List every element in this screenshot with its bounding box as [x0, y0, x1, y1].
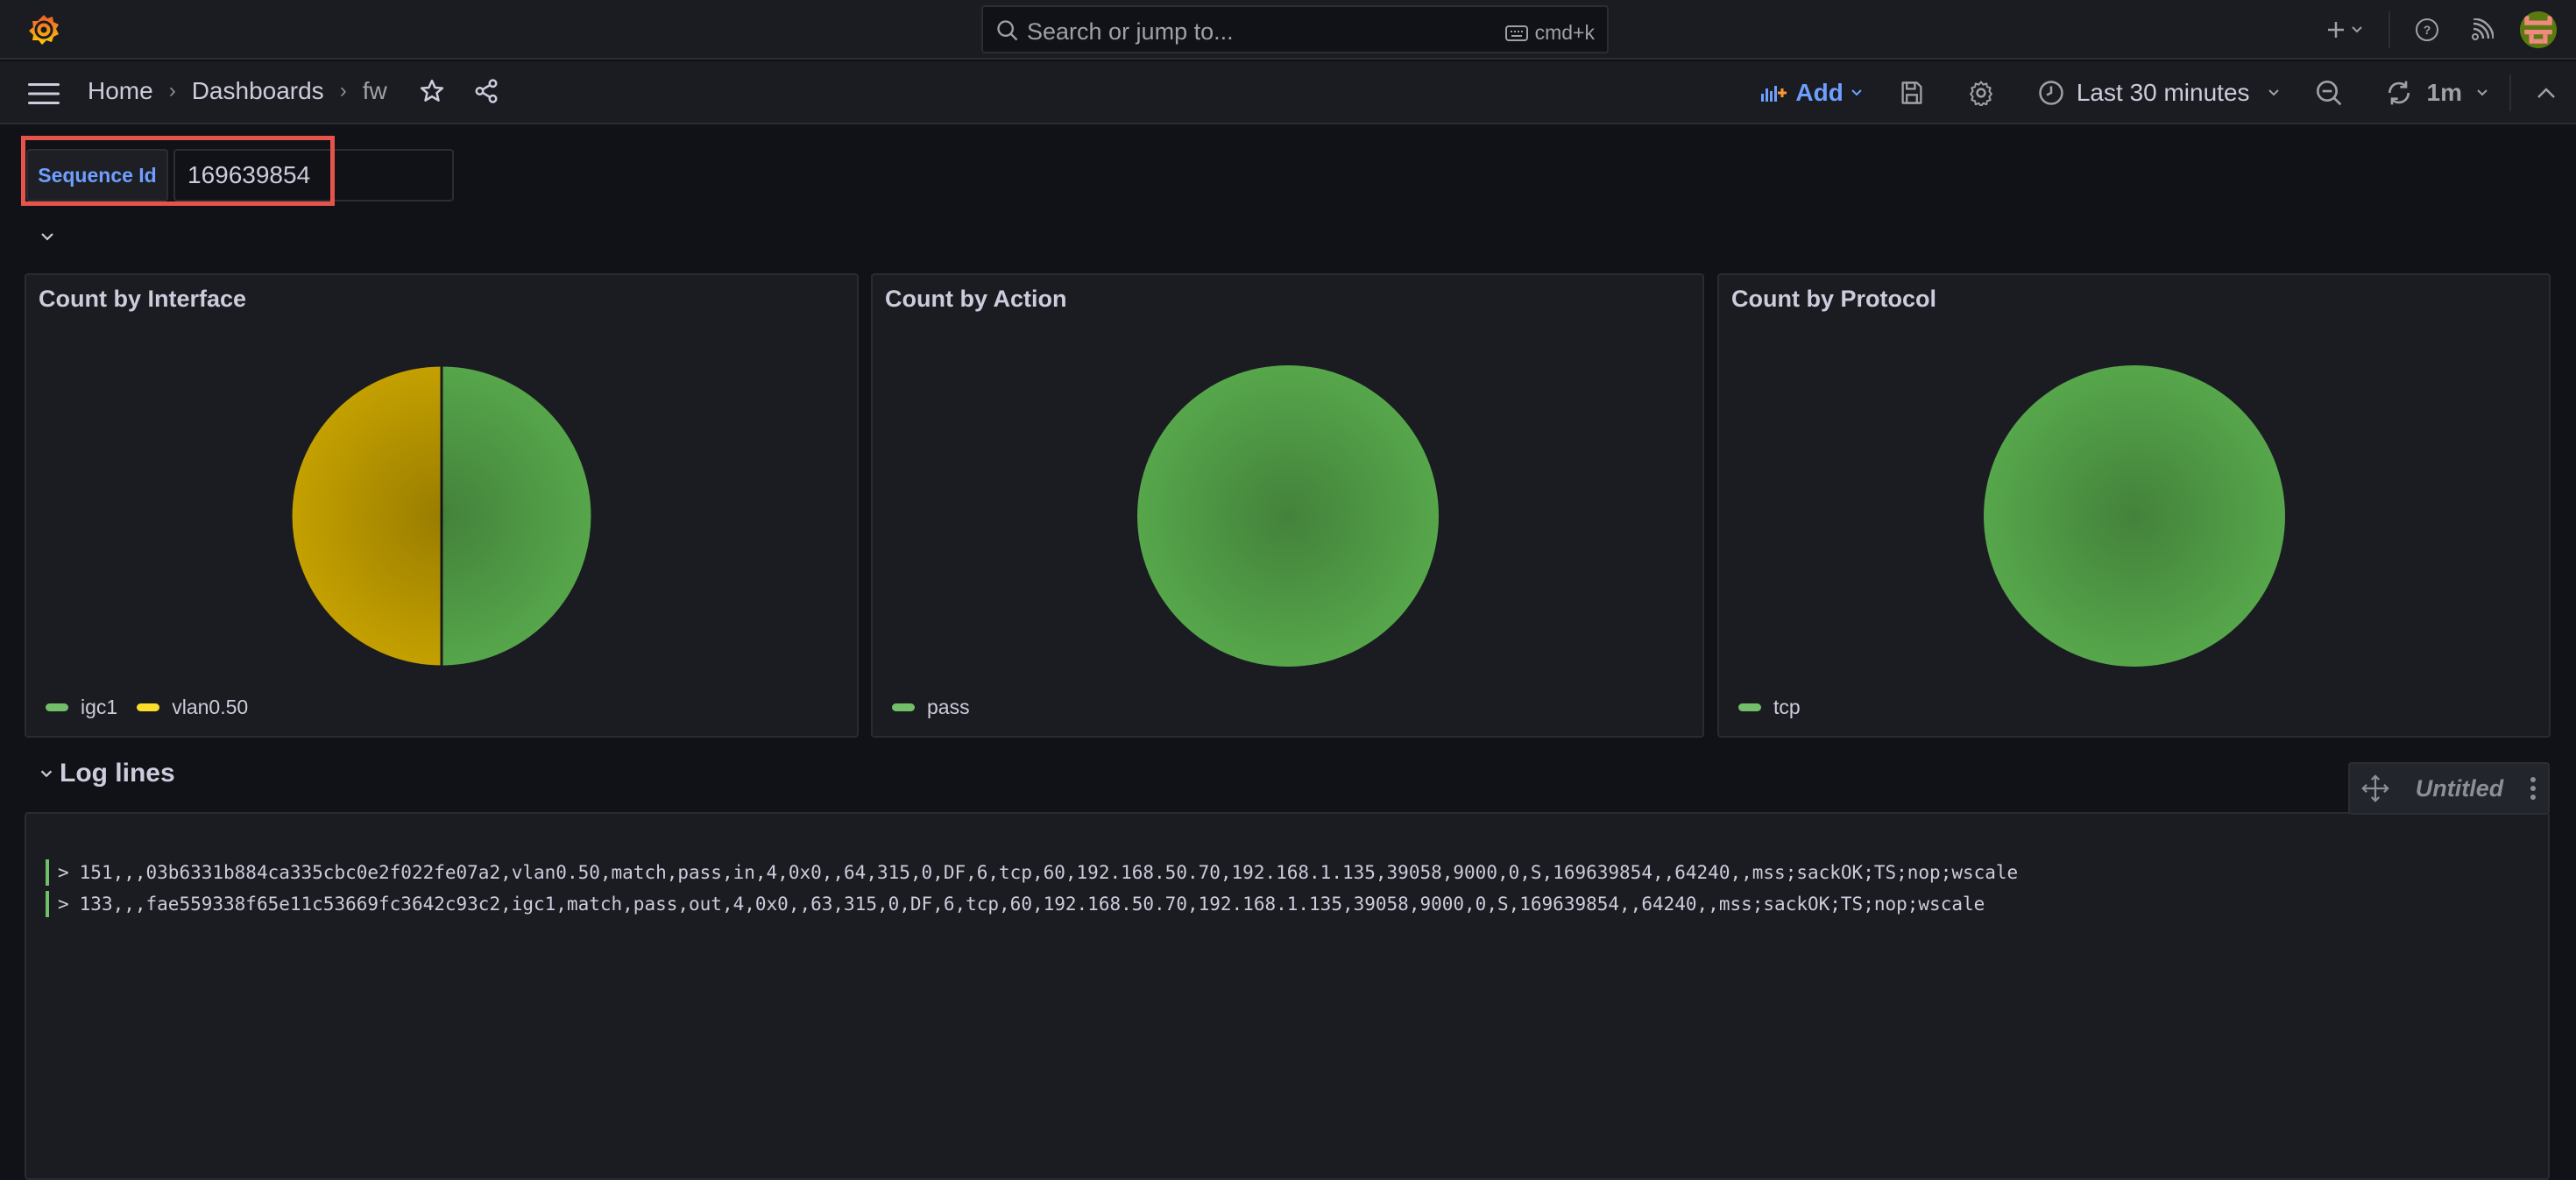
kebab-menu-icon[interactable]	[2529, 775, 2537, 802]
legend-item-tcp[interactable]: tcp	[1738, 696, 1801, 719]
legend-swatch	[46, 703, 68, 711]
plus-icon	[2328, 22, 2344, 38]
row-collapse-chevron-icon[interactable]	[39, 228, 56, 245]
panel-title: Count by Interface	[39, 286, 247, 312]
log-line-text: 133,,,fae559338f65e11c53669fc3642c93c2,i…	[79, 894, 1985, 915]
help-button[interactable]: ?	[2415, 18, 2439, 42]
breadcrumb-separator-icon: ›	[168, 79, 176, 102]
menu-icon[interactable]	[28, 82, 60, 105]
keyboard-icon	[1504, 25, 1528, 41]
chevron-down-icon	[2352, 26, 2362, 33]
panel-title: Count by Protocol	[1731, 286, 1936, 312]
log-line[interactable]: > 133,,,fae559338f65e11c53669fc3642c93c2…	[46, 891, 1985, 917]
add-button-label: Add	[1795, 79, 1844, 106]
add-button[interactable]: Add	[1760, 79, 1862, 107]
legend-item-vlan0-50[interactable]: vlan0.50	[137, 696, 248, 719]
pie-chart	[1983, 365, 2285, 667]
news-rss-icon	[2472, 18, 2494, 40]
panel-header-untitled[interactable]: Untitled	[2348, 762, 2550, 815]
pie-slice-igc1[interactable]	[440, 364, 594, 668]
refresh-interval-picker[interactable]: 1m	[2427, 79, 2488, 107]
legend-label: igc1	[81, 696, 118, 718]
clock-icon	[2039, 81, 2063, 105]
pie-chart	[289, 364, 594, 668]
panel-count-by-protocol: Count by Protocol tcp	[1717, 273, 2551, 738]
breadcrumb-dashboards[interactable]: Dashboards	[192, 77, 324, 105]
refresh-interval-label: 1m	[2426, 79, 2462, 106]
help-icon: ?	[2416, 18, 2438, 41]
legend-label: vlan0.50	[172, 696, 249, 718]
chevron-down-icon	[1851, 89, 1862, 96]
divider	[2509, 74, 2511, 111]
search-placeholder: Search or jump to...	[1027, 18, 1234, 45]
drag-move-icon[interactable]	[2360, 774, 2390, 803]
highlight-box	[21, 136, 335, 206]
log-line[interactable]: > 151,,,03b6331b884ca335cbc0e2f022fe07a2…	[46, 859, 2018, 886]
legend-item-pass[interactable]: pass	[892, 696, 970, 719]
svg-text:?: ?	[2424, 23, 2431, 37]
divider	[2388, 11, 2390, 48]
refresh-icon[interactable]	[2385, 79, 2413, 107]
pie-slice-vlan0-50[interactable]	[289, 364, 443, 668]
legend: tcp	[1738, 696, 1801, 719]
chevron-down-icon	[40, 770, 53, 778]
legend-swatch	[1738, 703, 1761, 711]
breadcrumb-home[interactable]: Home	[88, 77, 153, 105]
top-bar: Search or jump to... cmd+k ?	[0, 0, 2576, 60]
legend-swatch	[892, 703, 915, 711]
logs-panel: > 151,,,03b6331b884ca335cbc0e2f022fe07a2…	[25, 812, 2550, 1180]
legend: igc1 vlan0.50	[46, 696, 248, 719]
legend: pass	[892, 696, 970, 719]
chevron-down-icon	[2268, 89, 2279, 96]
search-bar[interactable]: Search or jump to... cmd+k	[981, 5, 1609, 53]
share-icon[interactable]	[473, 78, 499, 104]
settings-gear-icon[interactable]	[1968, 80, 1994, 106]
collapse-up-icon[interactable]	[2536, 86, 2557, 100]
add-panel-icon	[1761, 86, 1787, 102]
zoom-out-icon[interactable]	[2315, 79, 2343, 107]
star-icon[interactable]	[419, 78, 445, 104]
chevron-down-icon	[2477, 89, 2488, 96]
legend-label: pass	[927, 696, 970, 718]
legend-swatch	[137, 703, 160, 711]
new-button[interactable]	[2318, 20, 2371, 39]
pie-slice-pass[interactable]	[1136, 365, 1439, 667]
breadcrumb-separator-icon: ›	[339, 79, 347, 102]
save-icon[interactable]	[1900, 80, 1924, 106]
expand-chevron-icon[interactable]: >	[58, 894, 69, 915]
panel-title: Count by Action	[885, 286, 1067, 312]
row-title: Log lines	[60, 759, 175, 788]
panel-count-by-action: Count by Action pass	[871, 273, 1704, 738]
panel-title-untitled: Untitled	[2415, 774, 2504, 802]
panel-count-by-interface: Count by Interface igc1 vlan0.50	[25, 273, 859, 738]
pie-chart	[1136, 365, 1439, 667]
search-icon	[997, 20, 1018, 41]
time-range-label: Last 30 minutes	[2076, 79, 2250, 106]
user-avatar[interactable]	[2520, 11, 2557, 48]
search-shortcut: cmd+k	[1504, 21, 1595, 45]
legend-item-igc1[interactable]: igc1	[46, 696, 117, 719]
time-range-picker[interactable]: Last 30 minutes	[2038, 79, 2280, 107]
pie-slice-tcp[interactable]	[1983, 365, 2285, 667]
row-header-log-lines[interactable]: Log lines	[39, 759, 175, 788]
grafana-logo-icon[interactable]	[26, 12, 61, 47]
avatar-image	[2520, 11, 2557, 48]
news-button[interactable]	[2471, 18, 2494, 41]
search-shortcut-text: cmd+k	[1534, 21, 1595, 44]
log-line-text: 151,,,03b6331b884ca335cbc0e2f022fe07a2,v…	[79, 862, 2019, 883]
breadcrumb-current: fw	[362, 77, 387, 104]
dashboard-nav-bar: Home › Dashboards › fw Add Last 30 minut…	[0, 61, 2576, 124]
breadcrumb: Home › Dashboards › fw	[88, 77, 499, 105]
legend-label: tcp	[1773, 696, 1801, 718]
expand-chevron-icon[interactable]: >	[58, 862, 69, 883]
